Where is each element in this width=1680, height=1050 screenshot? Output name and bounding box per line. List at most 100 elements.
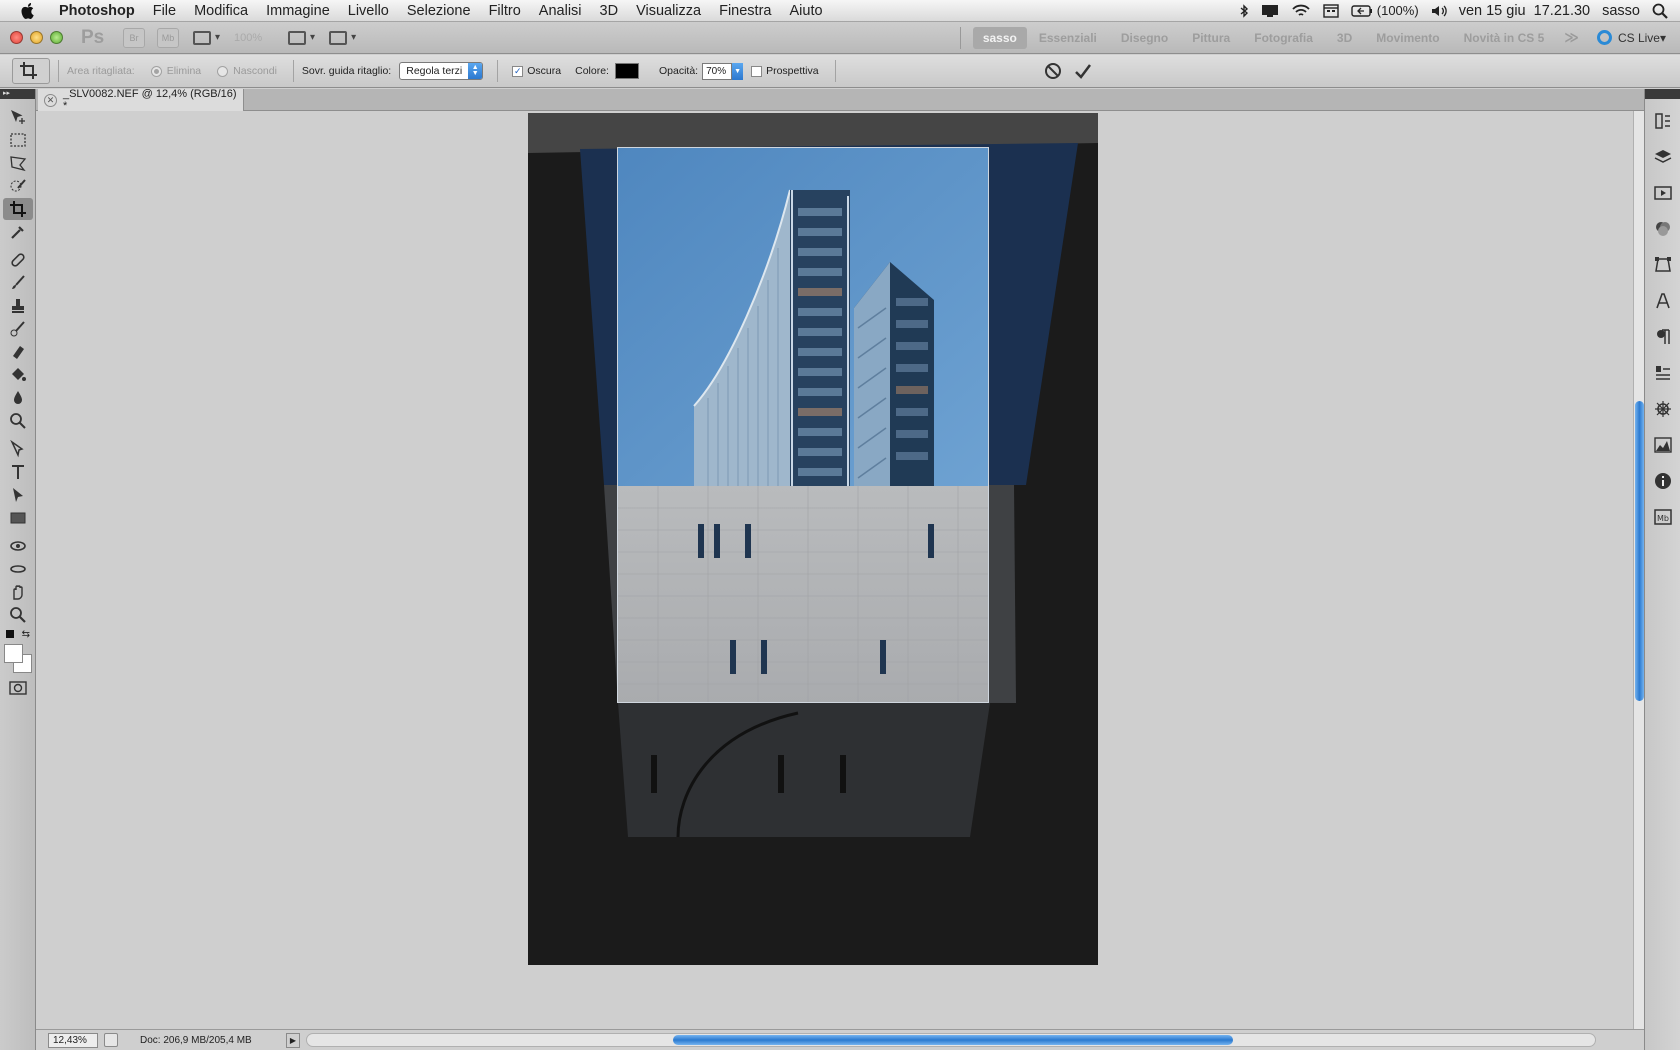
menu-3d[interactable]: 3D [591,0,628,22]
quick-selection-tool[interactable] [3,175,33,197]
horizontal-scroll-thumb[interactable] [673,1035,1233,1045]
workspace-movimento[interactable]: Movimento [1364,27,1451,49]
workspace-pittura[interactable]: Pittura [1180,27,1242,49]
overlay-select[interactable]: Regola terzi ▲ ▼ [399,62,484,80]
dodge-tool[interactable] [3,410,33,432]
workspace-disegno[interactable]: Disegno [1109,27,1180,49]
histogram-panel-button[interactable] [1649,431,1677,459]
panel-dock-grip[interactable] [1645,89,1680,99]
tools-panel-grip[interactable]: ▸▸ [0,89,35,99]
info-panel-button[interactable] [1649,467,1677,495]
volume-icon[interactable] [1431,4,1447,18]
workspace-3d[interactable]: 3D [1325,27,1364,49]
canvas-area[interactable] [36,111,1633,1029]
menu-analisi[interactable]: Analisi [530,0,591,22]
commit-crop-button[interactable] [1070,60,1096,82]
perspective-checkbox[interactable] [751,65,763,77]
blur-tool[interactable] [3,387,33,409]
transform-panel-button[interactable] [1649,251,1677,279]
more-workspaces-button[interactable]: ≫ [1556,29,1587,46]
document-canvas[interactable] [528,113,1098,965]
workspace-fotografia[interactable]: Fotografia [1242,27,1325,49]
menu-file[interactable]: File [144,0,185,22]
crop-box[interactable] [617,147,989,703]
marquee-tool[interactable] [3,129,33,151]
menu-immagine[interactable]: Immagine [257,0,339,22]
workspace-sasso[interactable]: sasso [972,26,1027,49]
workspace-novita-cs5[interactable]: Novità in CS 5 [1452,27,1557,49]
hide-radio[interactable] [217,65,229,77]
menu-selezione[interactable]: Selezione [398,0,480,22]
zoom-window-button[interactable] [50,31,63,44]
type-tool[interactable] [3,461,33,483]
menu-finestra[interactable]: Finestra [710,0,780,22]
layers-panel-button[interactable] [1649,143,1677,171]
history-brush-tool[interactable] [3,318,33,340]
bluetooth-icon[interactable] [1239,3,1249,18]
spotlight-search-icon[interactable] [1652,3,1668,19]
horizontal-scrollbar[interactable] [306,1033,1596,1047]
swap-colors-icon[interactable]: ⇆ [22,629,30,640]
3d-orbit-tool[interactable] [3,558,33,580]
move-tool[interactable] [3,106,33,128]
path-selection-tool[interactable] [3,484,33,506]
status-menu-button[interactable]: ▶ [286,1032,300,1048]
pen-tool[interactable] [3,438,33,460]
launch-bridge-button[interactable]: Br [123,27,145,48]
hand-tool[interactable] [3,581,33,603]
apple-icon[interactable] [18,1,38,21]
clone-stamp-tool[interactable] [3,295,33,317]
user-name[interactable]: sasso [1602,3,1640,19]
arrange-documents-button[interactable]: ▾ [288,27,315,49]
navigator-panel-button[interactable] [1649,395,1677,423]
calendar-icon[interactable] [1323,3,1339,18]
screen-mode-button[interactable]: ▾ [329,27,356,49]
foreground-color-swatch[interactable] [4,644,23,663]
vertical-scrollbar[interactable] [1633,111,1644,1029]
minimize-window-button[interactable] [30,31,43,44]
menu-app-photoshop[interactable]: Photoshop [50,0,144,22]
paragraph-panel-button[interactable] [1649,323,1677,351]
healing-brush-tool[interactable] [3,249,33,271]
quick-mask-button[interactable] [3,677,33,699]
vertical-scroll-thumb[interactable] [1635,401,1644,701]
tool-preset-picker[interactable] [12,58,50,84]
history-panel-button[interactable] [1649,107,1677,135]
battery-icon[interactable] [1351,4,1373,17]
zoom-tool[interactable] [3,604,33,626]
menu-modifica[interactable]: Modifica [185,0,257,22]
view-extras-button[interactable]: ▾ [193,27,220,49]
menu-livello[interactable]: Livello [339,0,398,22]
cs-live-button[interactable]: CS Live ▾ [1596,30,1666,45]
shield-color-swatch[interactable] [614,63,639,79]
lasso-tool[interactable] [3,152,33,174]
eraser-tool[interactable] [3,341,33,363]
close-window-button[interactable] [10,31,23,44]
actions-panel-button[interactable] [1649,179,1677,207]
minibridge-panel-button[interactable]: Mb [1649,503,1677,531]
cancel-crop-button[interactable] [1040,60,1066,82]
opacity-dropdown[interactable]: ▼ [732,62,744,80]
zoom-level-dropdown[interactable]: 100% [234,32,274,44]
close-document-icon[interactable]: ✕ [44,93,57,107]
menu-aiuto[interactable]: Aiuto [780,0,831,22]
wifi-icon[interactable] [1291,4,1311,18]
delete-radio[interactable] [150,65,162,77]
color-panel-button[interactable] [1649,215,1677,243]
shape-tool[interactable] [3,507,33,529]
character-panel-button[interactable] [1649,287,1677,315]
eyedropper-tool[interactable] [3,221,33,243]
shield-checkbox[interactable]: ✓ [512,65,524,77]
default-colors-button[interactable]: ⇆ [3,627,33,641]
status-proof-icon[interactable] [104,1033,118,1047]
3d-rotate-tool[interactable] [3,535,33,557]
workspace-essenziali[interactable]: Essenziali [1027,27,1109,49]
clock[interactable]: ven 15 giu 17.21.30 [1459,3,1590,19]
zoom-percent-field[interactable]: 12,43% [48,1032,98,1048]
menu-filtro[interactable]: Filtro [480,0,530,22]
brush-tool[interactable] [3,272,33,294]
menu-visualizza[interactable]: Visualizza [627,0,710,22]
paint-bucket-tool[interactable] [3,364,33,386]
airplay-display-icon[interactable] [1261,4,1279,18]
document-tab[interactable]: ✕ _SLV0082.NEF @ 12,4% (RGB/16) * [38,88,244,112]
